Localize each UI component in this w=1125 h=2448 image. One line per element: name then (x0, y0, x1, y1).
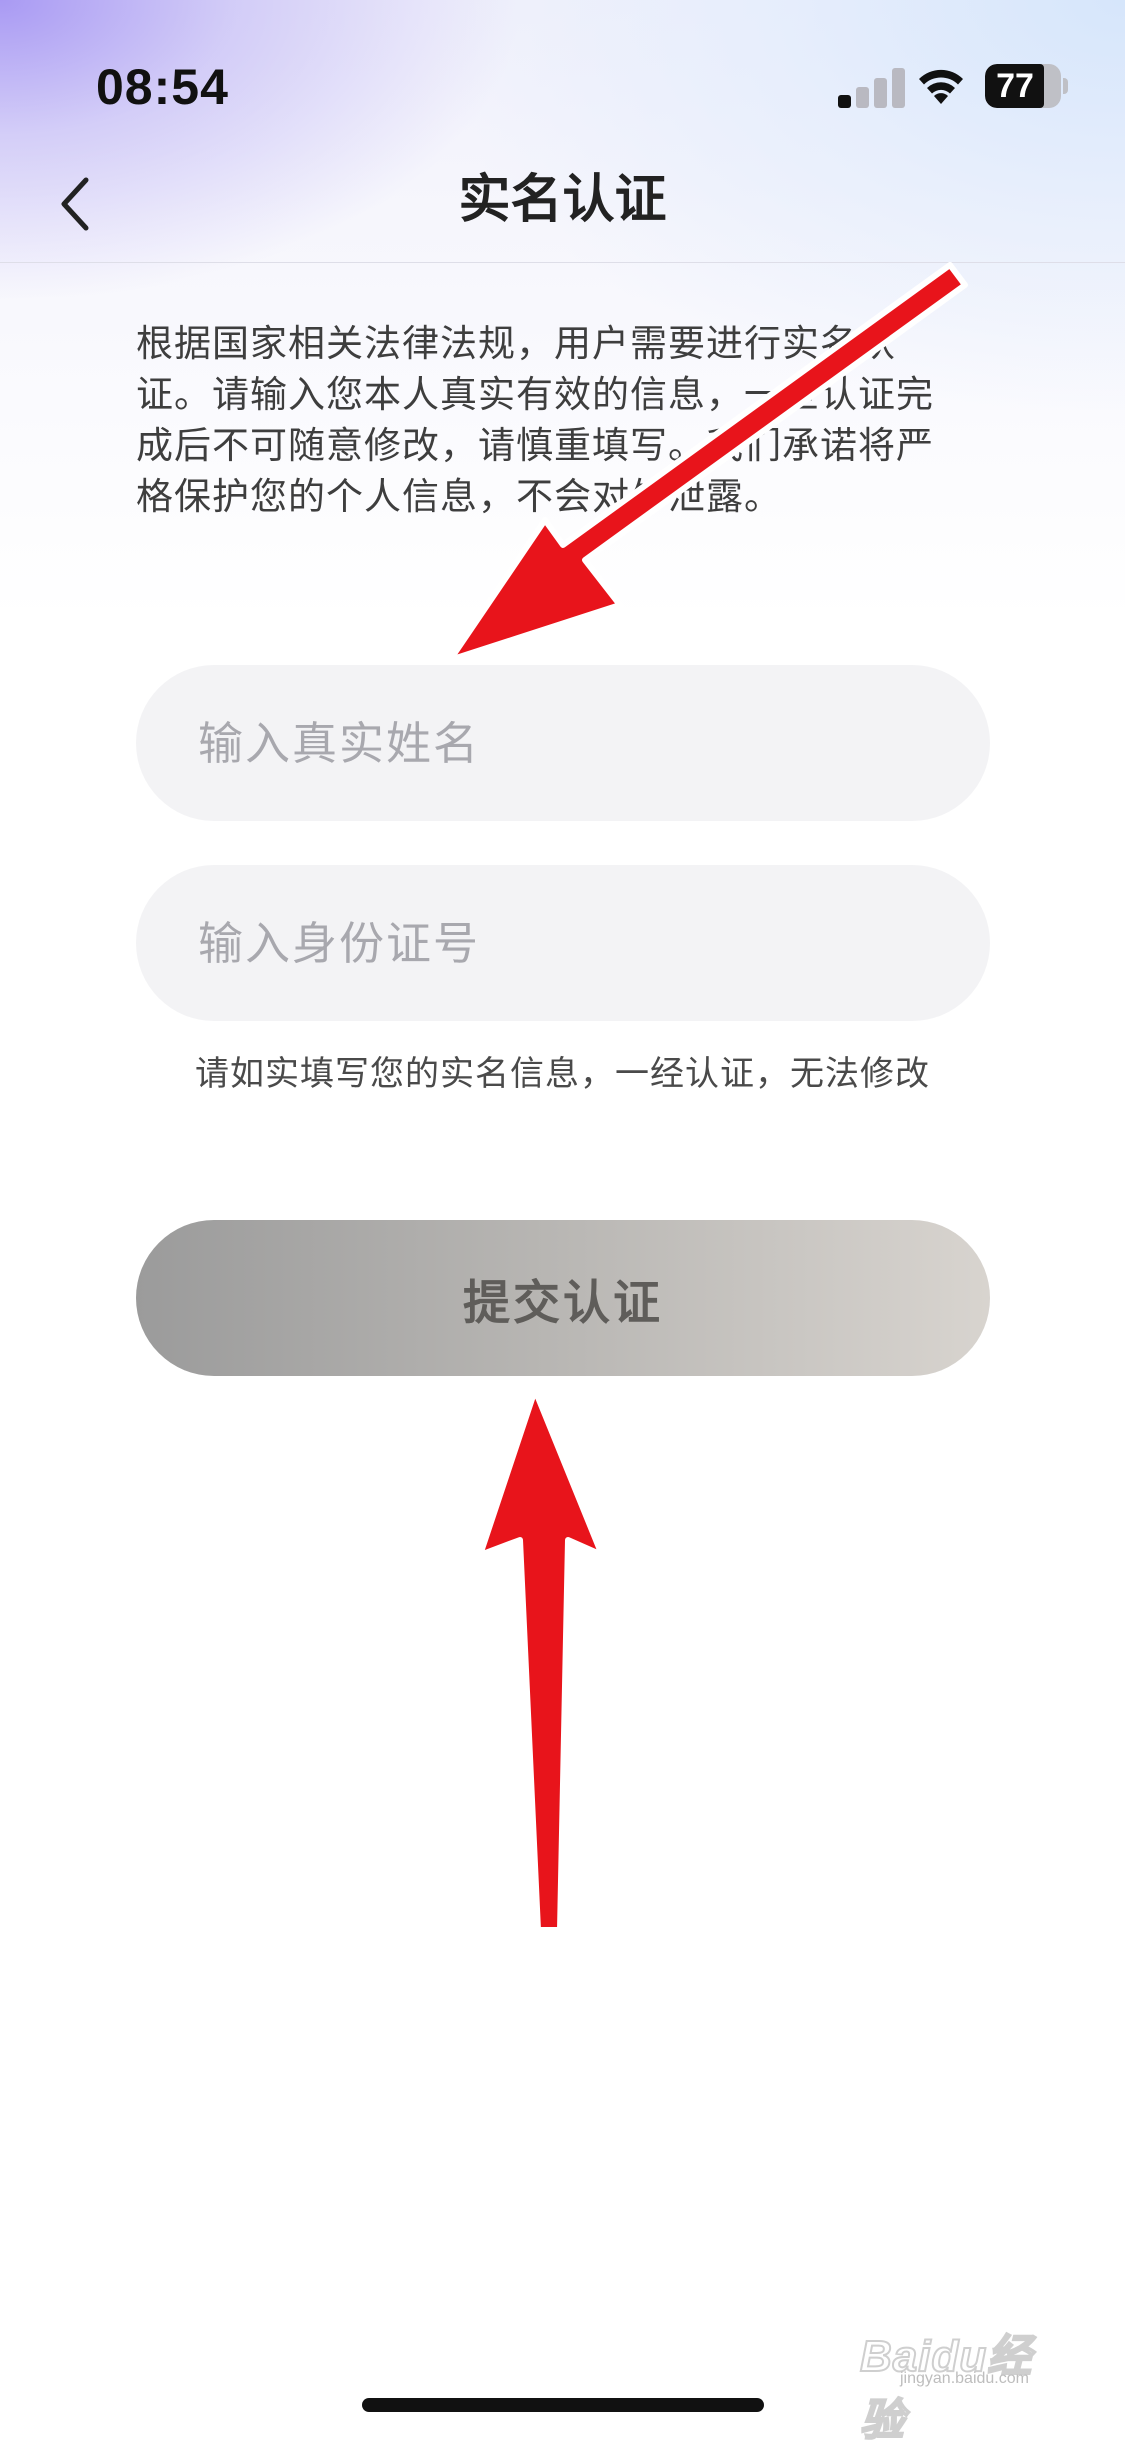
intro-text: 根据国家相关法律法规，用户需要进行实名认证。请输入您本人真实有效的信息，一旦认证… (136, 322, 934, 518)
signal-bar (892, 68, 905, 108)
signal-bar (874, 78, 887, 108)
cellular-signal-icon (838, 66, 905, 108)
battery-level-text: 77 (996, 67, 1034, 105)
signal-bar (838, 95, 851, 108)
id-number-input[interactable] (196, 864, 990, 1022)
id-number-field[interactable] (136, 864, 990, 1022)
wifi-icon (915, 64, 967, 108)
form-hint: 请如实填写您的实名信息，一经认证，无法修改 (195, 1054, 930, 1094)
status-time: 08:54 (96, 59, 229, 115)
nav-bar: 实名认证 (0, 150, 1125, 263)
real-name-field[interactable] (136, 664, 990, 822)
red-arrow-icon (477, 1387, 605, 1933)
battery-nub (1063, 78, 1068, 94)
baidu-watermark: Baidu经验 jingyan.baidu.com (859, 2320, 1070, 2446)
battery-icon: 77 (985, 64, 1068, 108)
status-bar: 08:54 77 (0, 0, 1125, 150)
submit-verification-button[interactable]: 提交认证 (136, 1220, 990, 1376)
signal-bar (856, 87, 869, 108)
home-indicator[interactable] (362, 2398, 764, 2412)
page-title: 实名认证 (458, 170, 667, 230)
real-name-input[interactable] (196, 664, 990, 822)
battery-body: 77 (985, 64, 1061, 108)
watermark-url: jingyan.baidu.com (900, 2370, 1029, 2387)
back-button[interactable] (36, 166, 116, 246)
chevron-left-icon (56, 174, 96, 238)
